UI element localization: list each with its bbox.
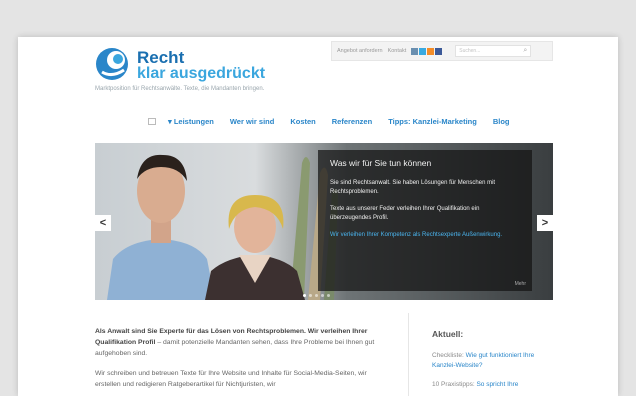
slider-dot[interactable] — [321, 294, 324, 297]
slider-dots — [303, 294, 330, 297]
rss-icon[interactable] — [427, 47, 435, 55]
slide-caption: Was wir für Sie tun können Sie sind Rech… — [318, 150, 532, 291]
twitter-icon[interactable] — [419, 47, 427, 55]
slider-next-button[interactable]: > — [537, 215, 553, 231]
services-paragraph: Wir schreiben und betreuen Texte für Ihr… — [95, 370, 367, 388]
newsletter-icon[interactable] — [411, 47, 419, 55]
nav-item-referenzen[interactable]: Referenzen — [332, 117, 372, 126]
brand-name-line2[interactable]: klar ausgedrückt — [137, 65, 265, 83]
hero-slider: Was wir für Sie tun können Sie sind Rech… — [95, 143, 553, 300]
slider-prev-button[interactable]: < — [95, 215, 111, 231]
utility-bar: Angebot anfordern Kontakt Suchen... ⌕ — [331, 41, 553, 61]
sidebar-item-2: 10 Praxistipps: So spricht Ihre — [432, 380, 552, 390]
man-photo — [107, 154, 215, 300]
slide-title: Was wir für Sie tun können — [330, 158, 432, 168]
social-icons — [411, 47, 443, 55]
sidebar-heading: Aktuell: — [432, 329, 464, 339]
sidebar-item-1-prefix: Checkliste: — [432, 352, 466, 359]
contact-link[interactable]: Kontakt — [388, 48, 407, 54]
tagline: Marktposition für Rechtsanwälte. Texte, … — [95, 86, 265, 92]
slide-link[interactable]: Wir verleihen Ihrer Kompetenz als Rechts… — [330, 231, 520, 240]
sidebar-news: Aktuell: Checkliste: Wie gut funktionier… — [432, 329, 552, 396]
nav-item-kosten[interactable]: Kosten — [290, 117, 315, 126]
slider-dot[interactable] — [309, 294, 312, 297]
home-icon[interactable] — [148, 118, 156, 125]
slider-dot[interactable] — [315, 294, 318, 297]
main-content: Als Anwalt sind Sie Experte für das Löse… — [95, 326, 385, 396]
logo-icon[interactable] — [94, 46, 134, 82]
slider-dot[interactable] — [327, 294, 330, 297]
column-divider — [408, 313, 409, 396]
slide-text-1: Sie sind Rechtsanwalt. Sie haben Lösunge… — [330, 180, 496, 195]
slider-dot[interactable] — [303, 294, 306, 297]
search-icon[interactable]: ⌕ — [523, 47, 527, 55]
nav-item-wer-wir-sind[interactable]: Wer wir sind — [230, 117, 274, 126]
page-frame: Recht klar ausgedrückt Marktposition für… — [18, 37, 618, 396]
sidebar-item-2-prefix: 10 Praxistipps: — [432, 381, 477, 388]
search-input[interactable]: Suchen... ⌕ — [455, 45, 532, 57]
search-placeholder: Suchen... — [459, 48, 481, 54]
slide-text-2: Texte aus unserer Feder verleihen Ihrer … — [330, 206, 480, 221]
nav-item-tipps[interactable]: Tipps: Kanzlei-Marketing — [388, 117, 477, 126]
facebook-icon[interactable] — [435, 47, 443, 55]
nav-item-leistungen[interactable]: ▾ Leistungen — [168, 117, 214, 126]
sidebar-item-1: Checkliste: Wie gut funktioniert Ihre Ka… — [432, 351, 552, 371]
intro-paragraph: Als Anwalt sind Sie Experte für das Löse… — [95, 326, 385, 359]
slide-more-link[interactable]: Mehr — [515, 281, 526, 287]
sidebar-item-2-link[interactable]: So spricht Ihre — [476, 381, 518, 388]
nav-item-blog[interactable]: Blog — [493, 117, 510, 126]
main-nav: ▾ Leistungen Wer wir sind Kosten Referen… — [148, 117, 525, 126]
woman-photo — [205, 195, 305, 300]
offer-link[interactable]: Angebot anfordern — [337, 48, 383, 54]
